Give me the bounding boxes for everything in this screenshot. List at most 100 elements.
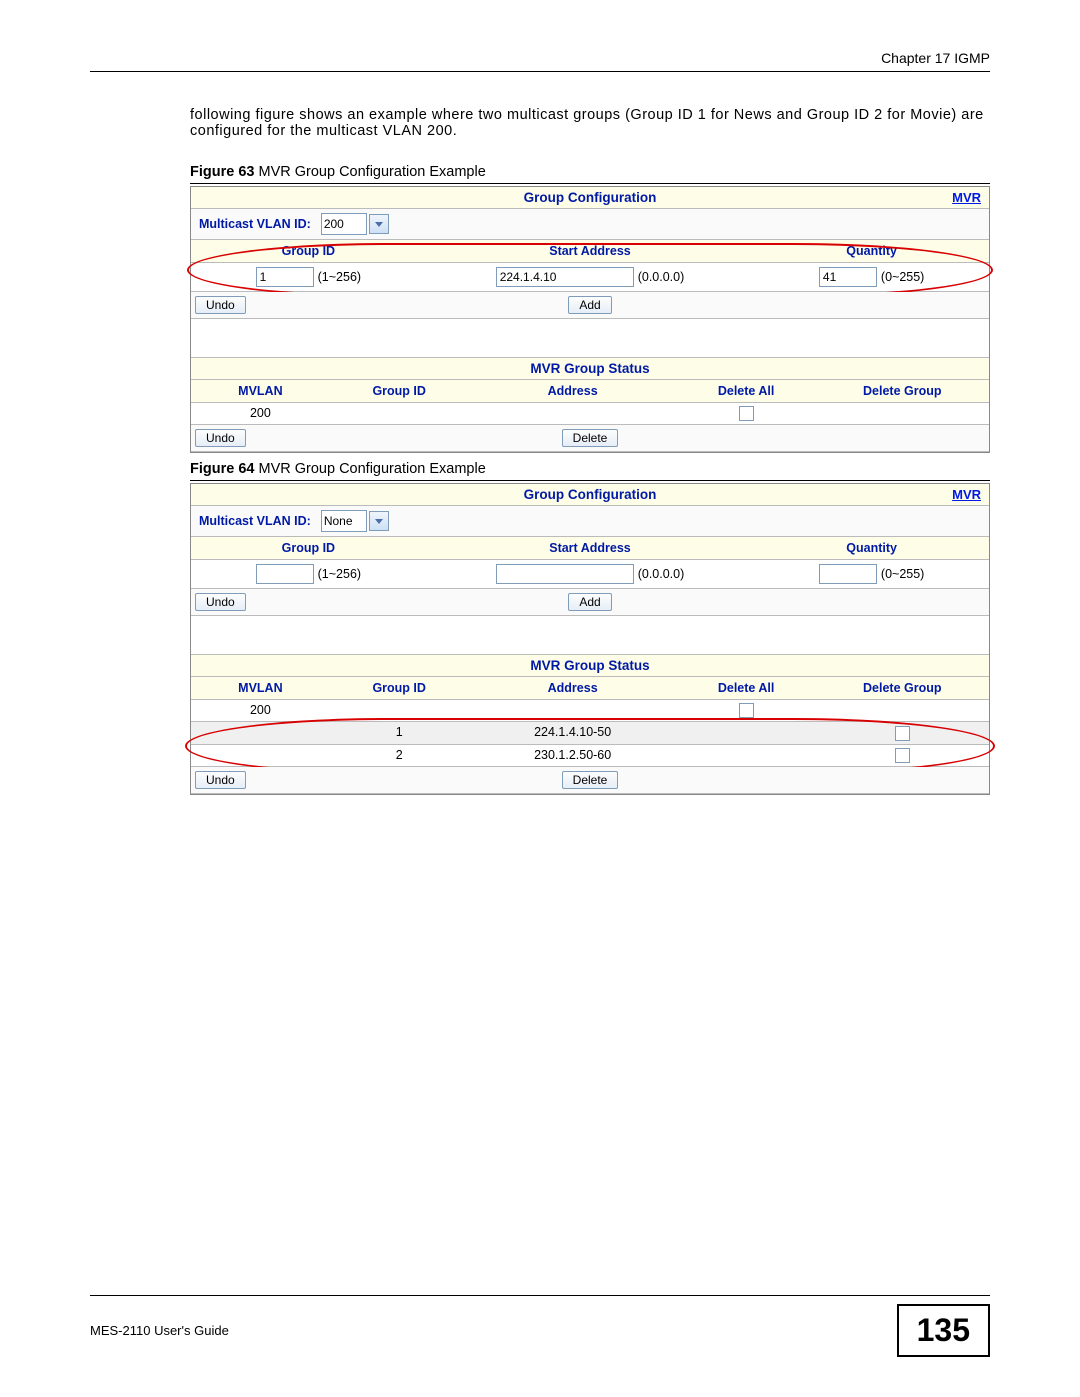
cell-delete-all [677, 403, 816, 424]
add-button[interactable]: Add [568, 296, 611, 314]
delete-button[interactable]: Delete [562, 429, 619, 447]
start-addr-hint: (0.0.0.0) [638, 567, 685, 581]
chapter-header: Chapter 17 IGMP [90, 50, 990, 72]
hdr-quantity: Quantity [754, 240, 989, 262]
group-id-input[interactable] [256, 267, 314, 287]
cell-delete-all [677, 745, 816, 766]
status-header-row: MVLAN Group ID Address Delete All Delete… [191, 380, 989, 403]
cell-mvlan: 200 [191, 700, 330, 721]
spacer [191, 319, 989, 358]
hdr-group-id: Group ID [191, 537, 426, 559]
cell-delete-all [677, 700, 816, 721]
undo-button[interactable]: Undo [195, 429, 246, 447]
delete-group-checkbox[interactable] [895, 748, 910, 763]
cell-group-id: 2 [330, 745, 469, 766]
figure64-caption-text: MVR Group Configuration Example [254, 461, 485, 477]
hdr-group-id: Group ID [191, 240, 426, 262]
undo-button[interactable]: Undo [195, 771, 246, 789]
page-footer: MES-2110 User's Guide 135 [90, 1295, 990, 1357]
config-header-row: Group ID Start Address Quantity [191, 537, 989, 560]
cell-group-id [330, 700, 469, 721]
config-input-row: (1~256) (0.0.0.0) (0~255) [191, 560, 989, 589]
add-button-row: Undo Add [191, 292, 989, 319]
cell-group-id [330, 403, 469, 424]
group-id-input[interactable] [256, 564, 314, 584]
group-id-hint: (1~256) [318, 567, 361, 581]
cell-mvlan [191, 722, 330, 743]
cell-address: 230.1.2.50-60 [469, 745, 677, 766]
config-input-row: (1~256) (0.0.0.0) (0~255) [191, 263, 989, 292]
sh-address: Address [469, 380, 677, 402]
vlan-dropdown-button[interactable] [369, 214, 389, 234]
figure64-panel: Group Configuration MVR Multicast VLAN I… [190, 483, 990, 795]
delete-button-row: Undo Delete [191, 767, 989, 794]
hdr-quantity: Quantity [754, 537, 989, 559]
footer-guide: MES-2110 User's Guide [90, 1323, 229, 1338]
sh-delete-group: Delete Group [816, 677, 989, 699]
cell-delete-all [677, 722, 816, 743]
cell-address [469, 700, 677, 721]
cell-mvlan [191, 745, 330, 766]
start-addr-input[interactable] [496, 564, 634, 584]
status-data-row: 1 224.1.4.10-50 [191, 722, 989, 744]
start-addr-hint: (0.0.0.0) [638, 270, 685, 284]
delete-all-checkbox[interactable] [739, 703, 754, 718]
group-config-title: Group Configuration MVR [191, 484, 989, 506]
cell-address [469, 403, 677, 424]
page-number: 135 [897, 1304, 990, 1357]
sh-mvlan: MVLAN [191, 677, 330, 699]
vlan-dropdown-button[interactable] [369, 511, 389, 531]
status-data-row: 2 230.1.2.50-60 [191, 745, 989, 767]
sh-delete-group: Delete Group [816, 380, 989, 402]
delete-button-row: Undo Delete [191, 425, 989, 452]
spacer [191, 616, 989, 655]
sh-group-id: Group ID [330, 677, 469, 699]
figure63-caption: Figure 63 MVR Group Configuration Exampl… [190, 164, 990, 184]
figure63-caption-bold: Figure 63 [190, 164, 254, 180]
figure64-caption: Figure 64 MVR Group Configuration Exampl… [190, 461, 990, 481]
sh-address: Address [469, 677, 677, 699]
status-data-row: 200 [191, 700, 989, 722]
status-title: MVR Group Status [191, 358, 989, 380]
status-header-row: MVLAN Group ID Address Delete All Delete… [191, 677, 989, 700]
vlan-id-input[interactable] [321, 510, 367, 532]
mvr-link[interactable]: MVR [952, 487, 981, 502]
add-button[interactable]: Add [568, 593, 611, 611]
quantity-hint: (0~255) [881, 567, 924, 581]
group-id-hint: (1~256) [318, 270, 361, 284]
hdr-start-addr: Start Address [426, 537, 755, 559]
group-config-title-text: Group Configuration [524, 487, 657, 502]
undo-button[interactable]: Undo [195, 593, 246, 611]
config-header-row: Group ID Start Address Quantity [191, 240, 989, 263]
vlan-row: Multicast VLAN ID: [191, 506, 989, 537]
group-config-title: Group Configuration MVR [191, 187, 989, 209]
vlan-id-input[interactable] [321, 213, 367, 235]
quantity-input[interactable] [819, 564, 877, 584]
sh-mvlan: MVLAN [191, 380, 330, 402]
cell-delete-group [816, 722, 989, 743]
mvr-link[interactable]: MVR [952, 190, 981, 205]
cell-delete-group [816, 700, 989, 721]
delete-group-checkbox[interactable] [895, 726, 910, 741]
delete-all-checkbox[interactable] [739, 406, 754, 421]
vlan-label: Multicast VLAN ID: [199, 217, 311, 231]
cell-mvlan: 200 [191, 403, 330, 424]
status-data-row: 200 [191, 403, 989, 425]
quantity-hint: (0~255) [881, 270, 924, 284]
vlan-row: Multicast VLAN ID: [191, 209, 989, 240]
cell-delete-group [816, 745, 989, 766]
cell-group-id: 1 [330, 722, 469, 743]
add-button-row: Undo Add [191, 589, 989, 616]
delete-button[interactable]: Delete [562, 771, 619, 789]
vlan-label: Multicast VLAN ID: [199, 514, 311, 528]
hdr-start-addr: Start Address [426, 240, 755, 262]
quantity-input[interactable] [819, 267, 877, 287]
undo-button[interactable]: Undo [195, 296, 246, 314]
status-title: MVR Group Status [191, 655, 989, 677]
cell-delete-group [816, 403, 989, 424]
group-config-title-text: Group Configuration [524, 190, 657, 205]
body-paragraph: following figure shows an example where … [190, 107, 990, 139]
start-addr-input[interactable] [496, 267, 634, 287]
cell-address: 224.1.4.10-50 [469, 722, 677, 743]
figure64-caption-bold: Figure 64 [190, 461, 254, 477]
